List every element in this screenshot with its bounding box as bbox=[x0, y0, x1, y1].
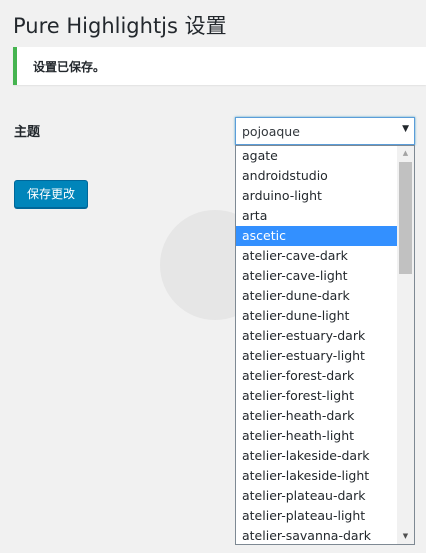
dropdown-option[interactable]: arta bbox=[236, 206, 398, 226]
dropdown-option[interactable]: atelier-lakeside-light bbox=[236, 466, 398, 486]
page-title: Pure Highlightjs 设置 bbox=[13, 14, 227, 38]
dropdown-option[interactable]: atelier-dune-light bbox=[236, 306, 398, 326]
dropdown-option[interactable]: atelier-heath-dark bbox=[236, 406, 398, 426]
notice-text: 设置已保存。 bbox=[33, 60, 106, 74]
dropdown-option[interactable]: atelier-cave-light bbox=[236, 266, 398, 286]
dropdown-option[interactable]: atelier-dune-dark bbox=[236, 286, 398, 306]
scroll-down-arrow-icon[interactable]: ▼ bbox=[397, 529, 414, 544]
theme-label: 主题 bbox=[14, 125, 41, 140]
scroll-up-arrow-icon[interactable]: ▲ bbox=[397, 146, 414, 161]
dropdown-option[interactable]: atelier-forest-light bbox=[236, 386, 398, 406]
success-notice: 设置已保存。 bbox=[13, 47, 426, 85]
settings-page: Pure Highlightjs 设置 设置已保存。 主题 pojoaque ▼… bbox=[0, 0, 426, 553]
theme-select-value: pojoaque bbox=[242, 124, 300, 139]
dropdown-option[interactable]: ascetic bbox=[236, 226, 398, 246]
dropdown-scrollbar[interactable]: ▲ ▼ bbox=[397, 146, 414, 544]
option-list: agate androidstudio arduino-light arta ascet… bbox=[236, 146, 398, 544]
dropdown-option[interactable]: atelier-plateau-dark bbox=[236, 486, 398, 506]
dropdown-option[interactable]: atelier-lakeside-dark bbox=[236, 446, 398, 466]
chevron-down-icon: ▼ bbox=[402, 124, 409, 134]
theme-dropdown-list[interactable]: agate androidstudio arduino-light arta ascet… bbox=[235, 145, 415, 545]
scrollbar-thumb[interactable] bbox=[399, 162, 412, 274]
dropdown-option[interactable]: agate bbox=[236, 146, 398, 166]
dropdown-option[interactable]: atelier-estuary-light bbox=[236, 346, 398, 366]
dropdown-option[interactable]: arduino-light bbox=[236, 186, 398, 206]
theme-select[interactable]: pojoaque ▼ bbox=[235, 117, 415, 145]
dropdown-option[interactable]: atelier-plateau-light bbox=[236, 506, 398, 526]
save-button[interactable]: 保存更改 bbox=[14, 180, 88, 208]
dropdown-option[interactable]: atelier-heath-light bbox=[236, 426, 398, 446]
dropdown-option[interactable]: atelier-cave-dark bbox=[236, 246, 398, 266]
dropdown-option[interactable]: atelier-forest-dark bbox=[236, 366, 398, 386]
dropdown-option[interactable]: androidstudio bbox=[236, 166, 398, 186]
dropdown-option[interactable]: atelier-estuary-dark bbox=[236, 326, 398, 346]
dropdown-option[interactable]: atelier-savanna-dark bbox=[236, 526, 398, 544]
